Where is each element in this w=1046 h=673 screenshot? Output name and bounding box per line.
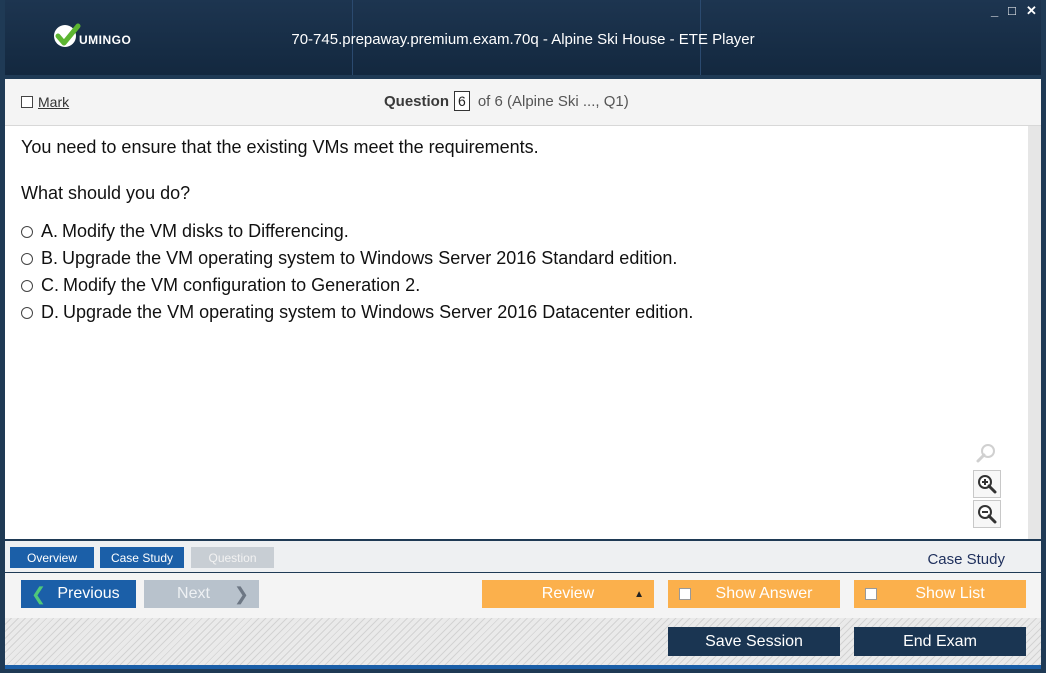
save-session-button[interactable]: Save Session	[668, 627, 840, 656]
previous-label: Previous	[57, 585, 120, 602]
tabs-bar: Overview Case Study Question Case Study	[5, 541, 1041, 572]
vertical-scrollbar[interactable]	[1028, 126, 1041, 539]
search-icon[interactable]	[973, 440, 999, 466]
radio-icon[interactable]	[21, 306, 33, 319]
next-button[interactable]: Next ❯	[144, 580, 259, 608]
question-content: You need to ensure that the existing VMs…	[5, 126, 1028, 539]
bottom-bar: Save Session End Exam	[5, 618, 1041, 665]
question-label: Question	[384, 92, 450, 110]
end-exam-button[interactable]: End Exam	[854, 627, 1026, 656]
chevron-left-icon: ❮	[31, 583, 47, 604]
option-text: Upgrade the VM operating system to Windo…	[63, 302, 694, 322]
tab-case-study[interactable]: Case Study	[100, 547, 184, 568]
tab-question[interactable]: Question	[191, 547, 274, 568]
section-label: Case Study	[927, 551, 1005, 568]
radio-icon[interactable]	[21, 225, 33, 238]
radio-icon[interactable]	[21, 279, 33, 292]
question-of-text: of 6 (Alpine Ski ..., Q1)	[477, 92, 629, 110]
answer-option-b[interactable]: B. Upgrade the VM operating system to Wi…	[21, 248, 677, 269]
mark-label: Mark	[38, 94, 70, 110]
option-letter: B.	[41, 248, 59, 268]
caret-up-icon: ▲	[634, 588, 644, 600]
zoom-in-icon[interactable]	[973, 470, 1001, 498]
previous-button[interactable]: ❮ Previous	[21, 580, 136, 608]
question-prompt: What should you do?	[21, 183, 191, 203]
question-number-input[interactable]: 6	[454, 91, 470, 111]
close-icon[interactable]: ✕	[1026, 4, 1037, 17]
minimize-icon[interactable]: _	[991, 4, 998, 17]
option-letter: A.	[41, 221, 59, 241]
radio-icon[interactable]	[21, 252, 33, 265]
checkbox-icon[interactable]	[679, 588, 691, 600]
question-header: Mark Question 6 of 6 (Alpine Ski ..., Q1…	[5, 79, 1041, 126]
answer-option-d[interactable]: D. Upgrade the VM operating system to Wi…	[21, 302, 693, 323]
title-bar: UMINGO 70-745.prepaway.premium.exam.70q …	[5, 0, 1041, 75]
show-list-label: Show List	[915, 585, 985, 602]
tab-overview[interactable]: Overview	[10, 547, 94, 568]
answer-option-c[interactable]: C. Modify the VM configuration to Genera…	[21, 275, 420, 296]
chevron-right-icon: ❯	[233, 583, 249, 604]
next-label: Next	[177, 585, 210, 602]
checkbox-icon[interactable]	[21, 96, 33, 108]
option-letter: C.	[41, 275, 59, 295]
option-text: Modify the VM configuration to Generatio…	[63, 275, 421, 295]
option-letter: D.	[41, 302, 59, 322]
navigation-bar: ❮ Previous Next ❯ Review ▲ Show Answer S…	[5, 573, 1041, 618]
checkbox-icon[interactable]	[865, 588, 877, 600]
maximize-icon[interactable]: □	[1008, 4, 1016, 17]
bottom-accent-strip	[5, 665, 1041, 669]
mark-checkbox[interactable]: Mark	[21, 94, 69, 110]
question-stem: You need to ensure that the existing VMs…	[21, 137, 539, 157]
option-text: Upgrade the VM operating system to Windo…	[62, 248, 678, 268]
option-text: Modify the VM disks to Differencing.	[62, 221, 349, 241]
zoom-out-icon[interactable]	[973, 500, 1001, 528]
show-list-button[interactable]: Show List	[854, 580, 1026, 608]
answer-option-a[interactable]: A. Modify the VM disks to Differencing.	[21, 221, 349, 242]
show-answer-label: Show Answer	[715, 585, 813, 602]
review-button[interactable]: Review ▲	[482, 580, 654, 608]
show-answer-button[interactable]: Show Answer	[668, 580, 840, 608]
window-title: 70-745.prepaway.premium.exam.70q - Alpin…	[291, 31, 755, 48]
question-counter: Question 6 of 6 (Alpine Ski ..., Q1)	[384, 91, 629, 111]
review-label: Review	[541, 585, 595, 602]
